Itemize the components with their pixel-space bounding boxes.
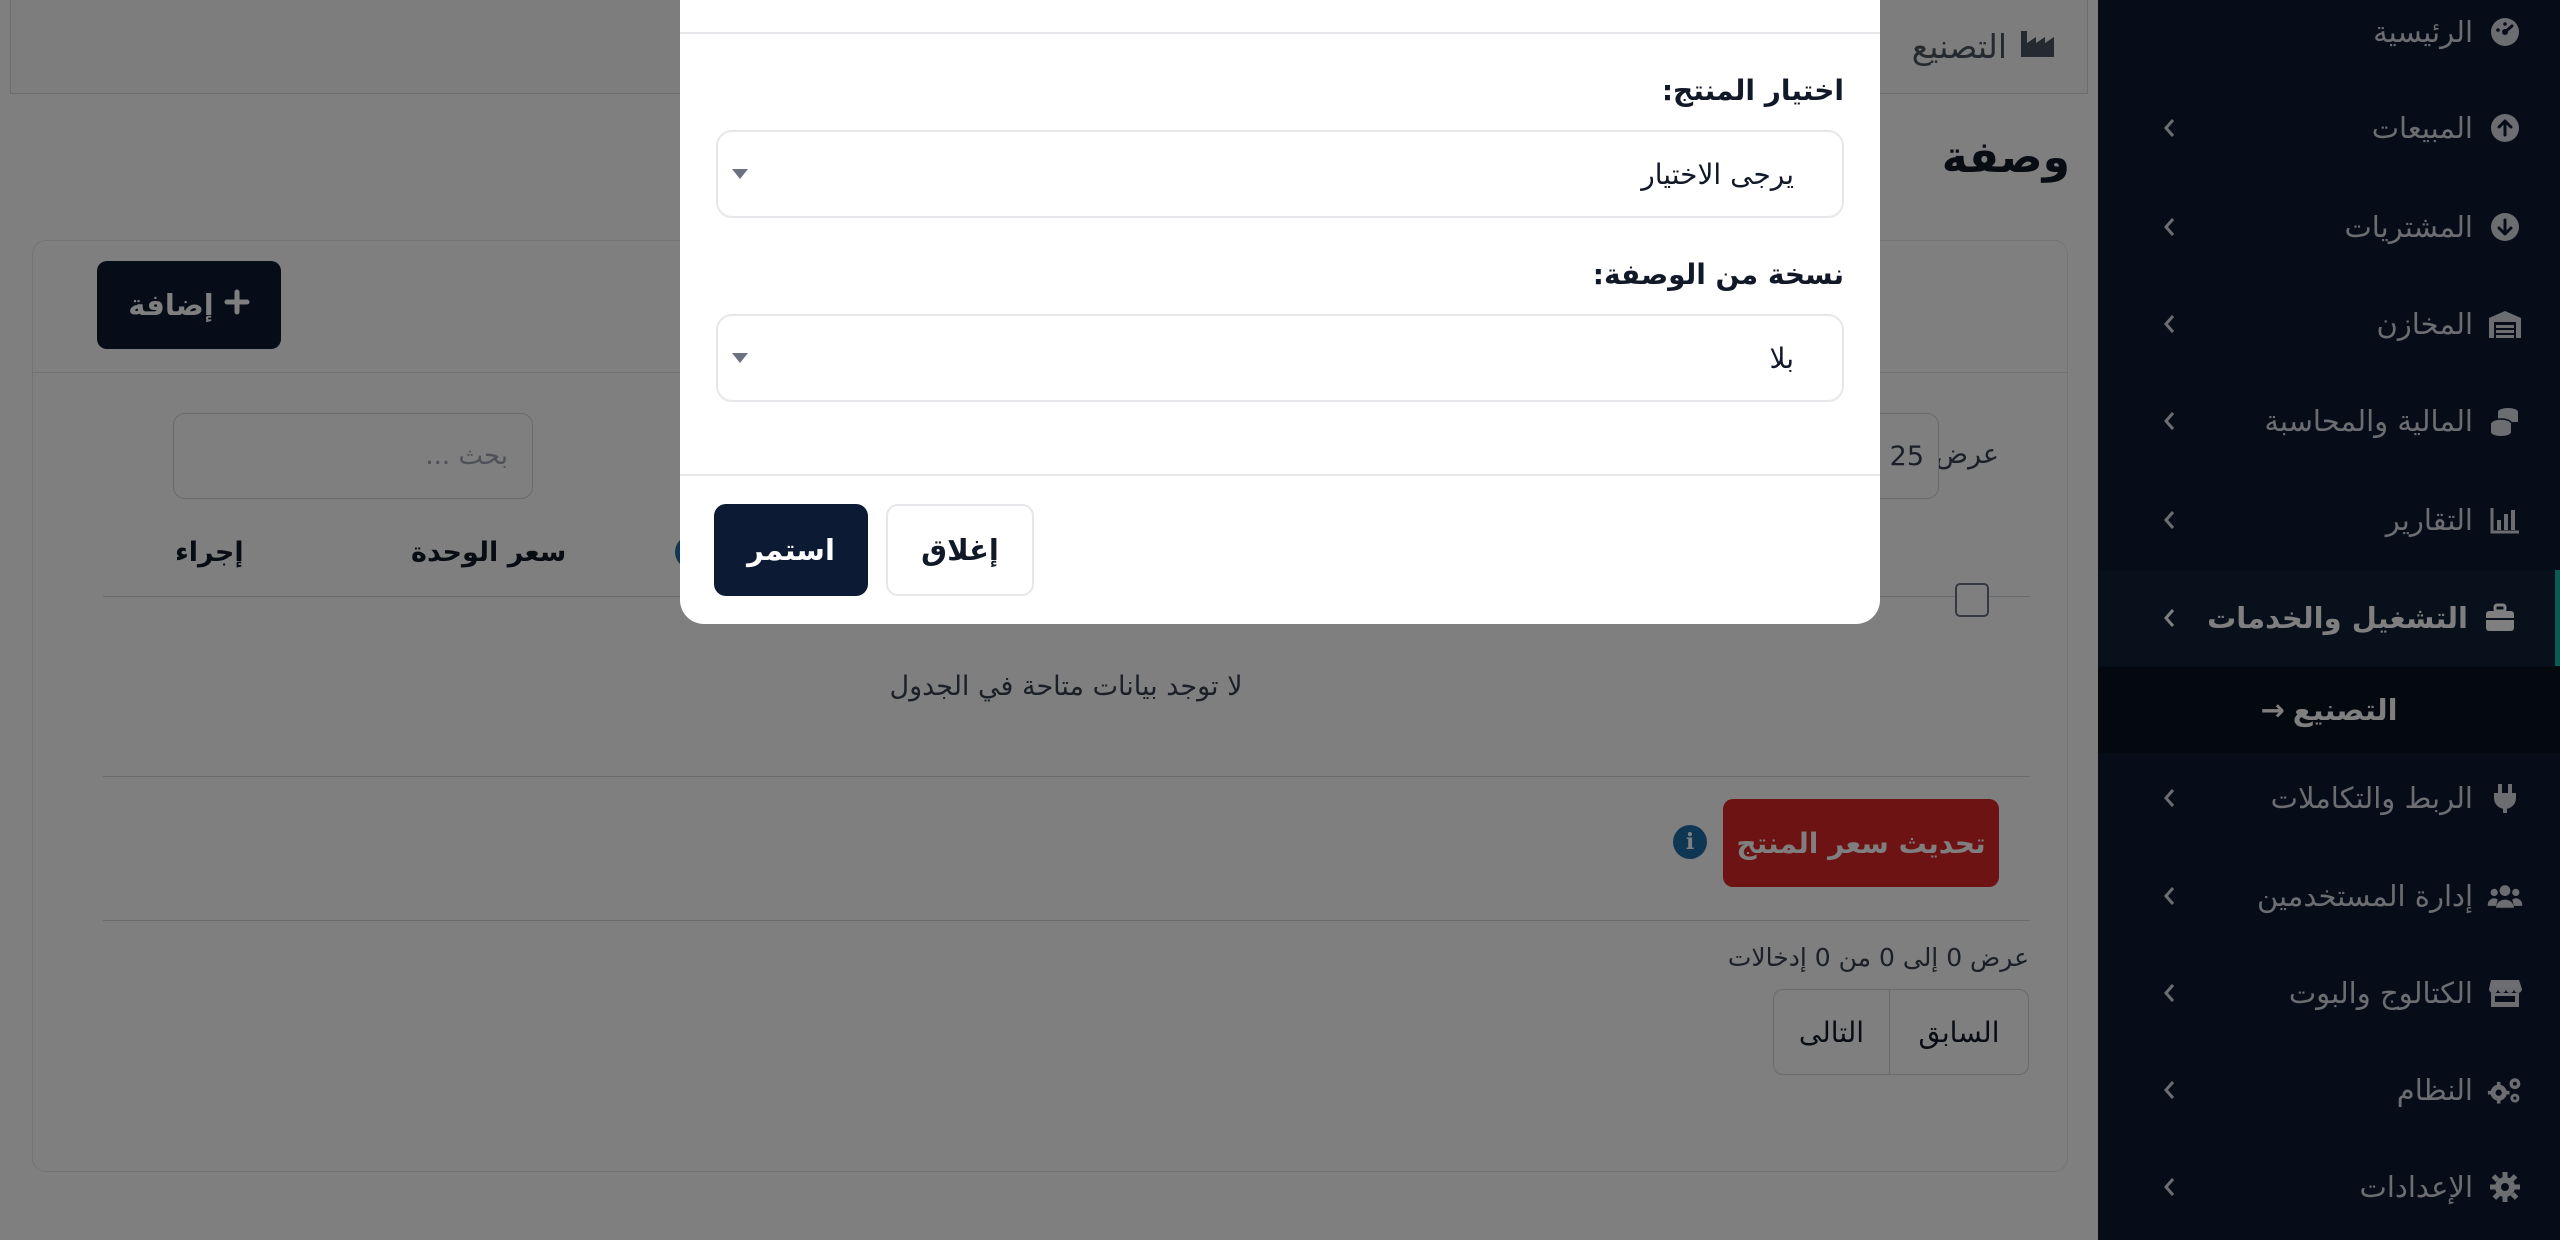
product-select-value: يرجى الاختيار	[1641, 157, 1794, 191]
continue-button[interactable]: استمر	[714, 504, 868, 596]
recipe-copy-select[interactable]: بلا	[716, 314, 1844, 402]
modal-header-divider	[680, 32, 1880, 34]
recipe-copy-value: بلا	[1769, 341, 1795, 375]
product-select[interactable]: يرجى الاختيار	[716, 130, 1844, 218]
modal-footer-divider	[680, 474, 1880, 476]
new-recipe-modal: اختيار المنتج: يرجى الاختيار نسخة من الو…	[680, 0, 1880, 624]
recipe-copy-label: نسخة من الوصفة:	[1592, 258, 1844, 291]
product-select-label: اختيار المنتج:	[1661, 74, 1844, 107]
caret-down-icon	[732, 169, 748, 179]
caret-down-icon	[732, 353, 748, 363]
close-button[interactable]: إغلاق	[886, 504, 1034, 596]
